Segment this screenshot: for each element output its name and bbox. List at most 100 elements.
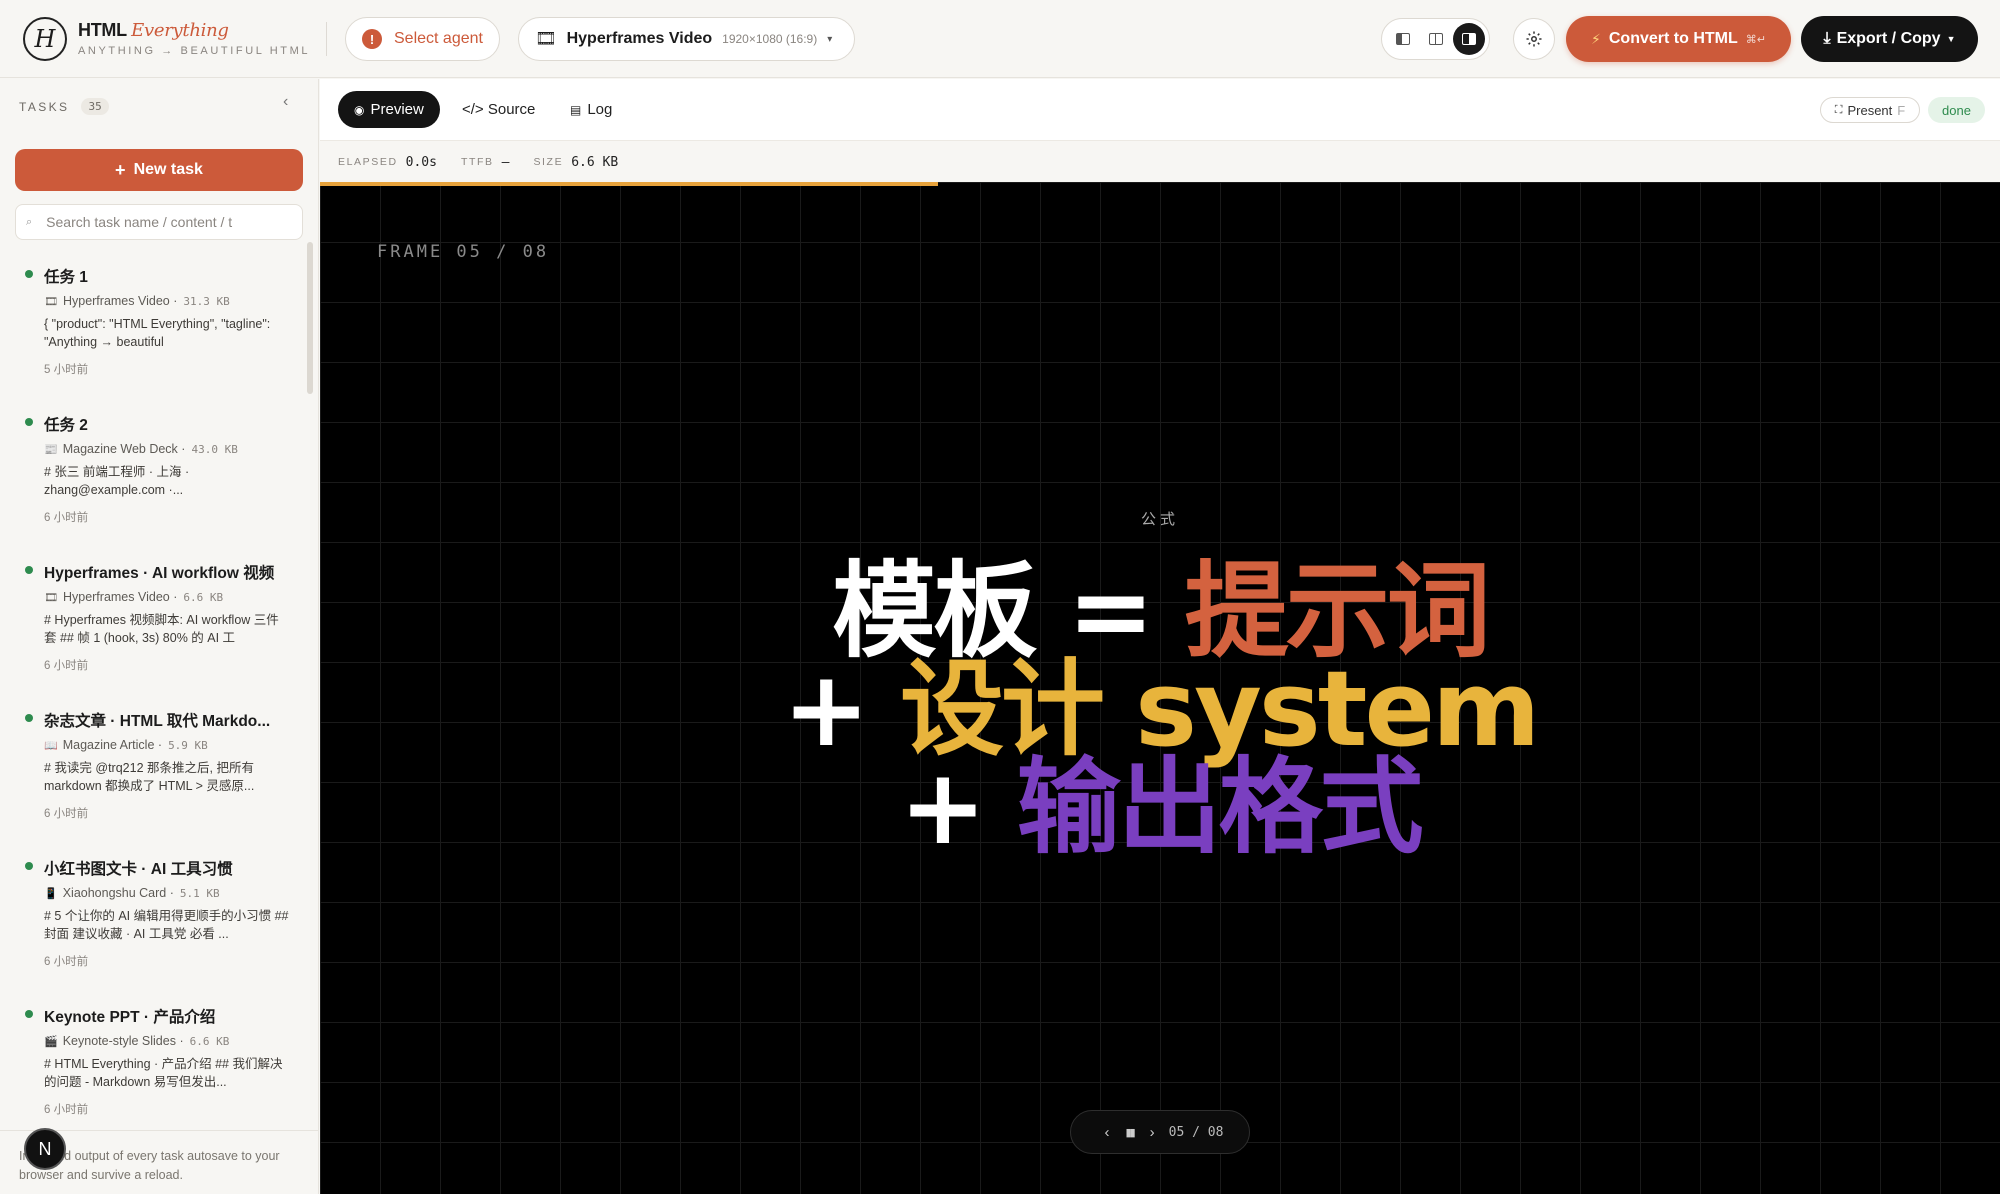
- layout-preview-only-button[interactable]: [1452, 23, 1485, 55]
- layout-split-button[interactable]: [1420, 23, 1452, 55]
- task-list: 任务 1 🎞 Hyperframes Video · 31.3 KB { "prod…: [0, 257, 305, 1145]
- frame-label: FRAME 05 / 08: [377, 242, 550, 262]
- task-type: Keynote-style Slides: [62, 1034, 176, 1048]
- status-dot: [25, 566, 33, 574]
- task-size: 6.6 KB: [183, 590, 224, 604]
- export-label: Export / Copy: [1836, 30, 1941, 47]
- brand-name: HTML Everything: [78, 20, 229, 41]
- tab-log[interactable]: ▤ Log: [554, 91, 628, 128]
- search-icon: ⌕: [26, 215, 33, 228]
- task-item[interactable]: 杂志文章 · HTML 取代 Markdo... 📖 Magazine Artic…: [0, 701, 305, 849]
- logo-icon: H: [23, 17, 67, 61]
- task-title: Keynote PPT · 产品介绍: [44, 1009, 216, 1026]
- task-size: 5.9 KB: [168, 738, 208, 752]
- book-icon: 📖: [44, 739, 58, 752]
- layout-split-icon: [1428, 33, 1443, 45]
- layout-right-icon: [1461, 33, 1476, 45]
- task-snippet: # 张三 前端工程师 · 上海 · zhang@example.com ·...: [44, 465, 190, 497]
- top-bar: H HTML Everything ANYTHING → BEAUTIFUL H…: [0, 0, 2000, 78]
- phone-icon: 📱: [44, 887, 58, 900]
- task-snippet: { "product": "HTML Everything", "tagline…: [44, 317, 271, 349]
- ttfb-value: —: [501, 154, 510, 170]
- log-icon: ▤: [570, 102, 582, 117]
- film-icon: 🎞: [535, 29, 557, 48]
- layout-left-icon: [1395, 33, 1410, 45]
- sidebar-scrollbar[interactable]: [307, 242, 313, 394]
- collapse-sidebar-button[interactable]: ‹: [283, 93, 288, 111]
- new-task-button[interactable]: + New task: [15, 149, 303, 191]
- task-time: 6 小时前: [44, 1104, 89, 1116]
- plus-icon: +: [115, 159, 126, 180]
- select-agent-button[interactable]: ! Select agent: [345, 17, 500, 61]
- bolt-icon: ⚡: [1591, 30, 1601, 47]
- task-item[interactable]: 任务 2 📰 Magazine Web Deck · 43.0 KB # 张三 前端…: [0, 405, 305, 553]
- formula-line-2: + 设计 system: [320, 657, 2000, 761]
- task-time: 6 小时前: [44, 660, 89, 672]
- task-item[interactable]: Keynote PPT · 产品介绍 🎬 Keynote-style Slides…: [0, 997, 305, 1145]
- layout-editor-only-button[interactable]: [1387, 23, 1419, 55]
- task-time: 6 小时前: [44, 512, 89, 524]
- settings-button[interactable]: [1513, 18, 1555, 60]
- preview-stage: FRAME 05 / 08 公式 模板 = 提示词 + 设计 system + …: [320, 182, 2000, 1194]
- next-frame-button[interactable]: ›: [1150, 1124, 1155, 1141]
- format-dimensions: 1920×1080 (16:9): [722, 32, 818, 46]
- task-item[interactable]: 小红书图文卡 · AI 工具习惯 📱 Xiaohongshu Card · 5.1 …: [0, 849, 305, 997]
- frame-progress-bar: [320, 182, 939, 186]
- formula-heading: 模板 = 提示词 + 设计 system + 输出格式: [320, 559, 2000, 859]
- status-dot: [25, 862, 33, 870]
- task-type: Magazine Article: [62, 738, 155, 752]
- elapsed-value: 0.0s: [405, 154, 437, 170]
- eye-icon: ◉: [354, 102, 365, 117]
- formula-kicker: 公式: [1140, 511, 1179, 528]
- task-time: 6 小时前: [44, 808, 89, 820]
- task-meta: 🎬 Keynote-style Slides · 6.6 KB: [44, 1034, 230, 1048]
- task-item[interactable]: 任务 1 🎞 Hyperframes Video · 31.3 KB { "prod…: [0, 257, 305, 405]
- task-meta: 📖 Magazine Article · 5.9 KB: [44, 738, 208, 752]
- prev-frame-button[interactable]: ‹: [1105, 1124, 1110, 1141]
- formula-plus: +: [899, 746, 1017, 868]
- present-label: Present: [1847, 102, 1893, 118]
- tab-label: Preview: [370, 101, 424, 118]
- brand-tagline: ANYTHING → BEAUTIFUL HTML: [78, 45, 311, 57]
- tasks-count-badge: 35: [81, 98, 109, 115]
- task-snippet: # HTML Everything · 产品介绍 ## 我们解决的问题 - Ma…: [44, 1057, 283, 1089]
- download-icon: ⤓: [1823, 30, 1831, 47]
- task-title: 小红书图文卡 · AI 工具习惯: [44, 861, 233, 878]
- task-time: 6 小时前: [44, 956, 89, 968]
- task-snippet: # 5 个让你的 AI 编辑用得更顺手的小习惯 ## 封面 建议收藏 · AI …: [44, 909, 289, 941]
- convert-to-html-button[interactable]: ⚡ Convert to HTML ⌘↵: [1566, 16, 1791, 62]
- task-search-input[interactable]: [46, 214, 287, 230]
- film-icon: 🎞: [44, 295, 58, 308]
- ttfb-label: TTFB: [460, 156, 494, 168]
- user-avatar[interactable]: N: [24, 1128, 66, 1170]
- size-value: 6.6 KB: [571, 154, 619, 170]
- tab-label: Log: [587, 101, 613, 118]
- layout-toggle-group: [1381, 18, 1490, 60]
- formula-plus: +: [782, 648, 900, 770]
- tab-preview[interactable]: ◉ Preview: [338, 91, 440, 128]
- tab-bar: ◉ Preview </> Source ▤ Log ⛶ Present F d…: [320, 79, 2000, 141]
- task-size: 6.6 KB: [189, 1034, 230, 1048]
- pause-button[interactable]: ▮▮: [1126, 1126, 1136, 1139]
- convert-shortcut: ⌘↵: [1745, 33, 1766, 46]
- convert-label: Convert to HTML: [1608, 30, 1738, 47]
- task-meta: 📱 Xiaohongshu Card · 5.1 KB: [44, 886, 220, 900]
- task-title: 任务 1: [44, 269, 88, 286]
- elapsed-label: ELAPSED: [338, 156, 398, 168]
- fullscreen-icon: ⛶: [1834, 103, 1843, 116]
- task-title: Hyperframes · AI workflow 视频: [44, 565, 275, 582]
- chevron-down-icon: ▾: [827, 33, 833, 45]
- task-search: ⌕: [15, 204, 303, 240]
- tasks-header: TASKS 35: [19, 98, 109, 115]
- task-type: Hyperframes Video: [62, 590, 170, 604]
- present-shortcut: F: [1897, 102, 1906, 118]
- status-dot: [25, 270, 33, 278]
- format-name: Hyperframes Video: [566, 30, 713, 47]
- clapper-icon: 🎬: [44, 1035, 58, 1048]
- divider: [326, 22, 327, 56]
- present-button[interactable]: ⛶ Present F: [1820, 97, 1920, 123]
- task-item[interactable]: Hyperframes · AI workflow 视频 🎞 Hyperframe…: [0, 553, 305, 701]
- export-copy-button[interactable]: ⤓ Export / Copy ▼: [1801, 16, 1978, 62]
- format-selector[interactable]: 🎞 Hyperframes Video 1920×1080 (16:9) ▾: [518, 17, 855, 61]
- tab-source[interactable]: </> Source: [446, 91, 551, 128]
